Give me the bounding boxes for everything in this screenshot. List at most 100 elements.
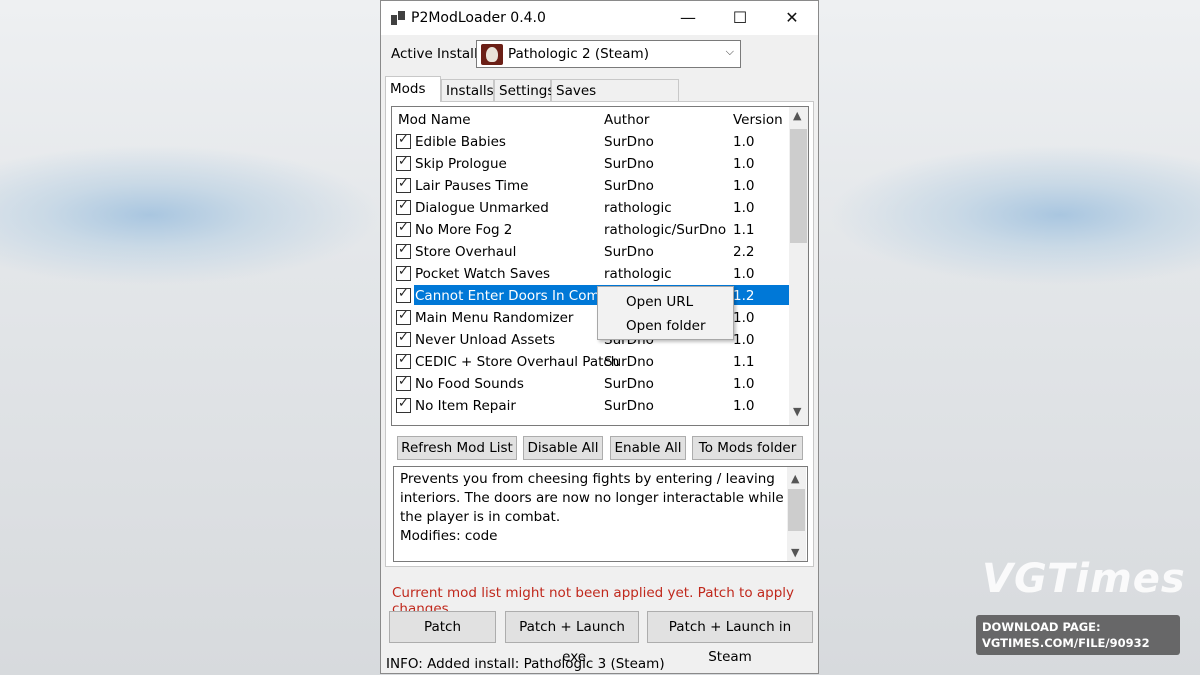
mod-row[interactable]: CEDIC + Store Overhaul PatchSurDno 1.1 <box>392 351 788 373</box>
mod-version: 1.0 <box>733 134 755 150</box>
mod-author: SurDno <box>604 398 654 414</box>
mod-name: Pocket Watch Saves <box>415 266 551 282</box>
mod-description[interactable]: Prevents you from cheesing fights by ent… <box>393 466 808 562</box>
enable-all-button[interactable]: Enable All <box>610 436 686 460</box>
mod-version: 1.0 <box>733 376 755 392</box>
to-mods-folder-button[interactable]: To Mods folder <box>692 436 803 460</box>
scrollbar-thumb[interactable] <box>790 129 807 243</box>
download-label: DOWNLOAD PAGE: <box>982 620 1101 634</box>
chevron-down-icon: ⌵ <box>725 45 734 58</box>
patch-button[interactable]: Patch <box>389 611 496 643</box>
tab-settings[interactable]: Settings <box>494 79 554 101</box>
mod-row[interactable]: No Item Repair SurDno 1.0 <box>392 395 788 417</box>
mod-row[interactable]: Store Overhaul SurDno 2.2 <box>392 241 788 263</box>
mod-author: SurDno <box>604 244 654 260</box>
mod-row[interactable]: Dialogue Unmarked rathologic 1.0 <box>392 197 788 219</box>
mods-list[interactable]: Mod Name Author Version Edible Babies Sur… <box>391 106 809 426</box>
mod-version: 1.2 <box>733 288 755 304</box>
mod-author: SurDno <box>604 156 654 172</box>
mod-author: rathologic/SurDno <box>604 222 727 238</box>
refresh-mod-list-button[interactable]: Refresh Mod List <box>397 436 517 460</box>
mod-enabled-checkbox[interactable] <box>396 308 411 325</box>
column-header-author[interactable]: Author <box>604 112 649 128</box>
mod-author: SurDno <box>604 178 654 194</box>
mod-name: Lair Pauses Time <box>415 178 529 194</box>
close-icon[interactable]: ✕ <box>766 1 818 35</box>
mod-author: rathologic <box>604 200 672 216</box>
mod-enabled-checkbox[interactable] <box>396 352 411 369</box>
game-icon <box>481 44 503 65</box>
mod-row[interactable]: No More Fog 2 rathologic/SurDno 1.1 <box>392 219 788 241</box>
description-text: Prevents you from cheesing fights by ent… <box>400 471 784 525</box>
window-title: P2ModLoader 0.4.0 <box>411 10 546 26</box>
mod-enabled-checkbox[interactable] <box>396 330 411 347</box>
mod-name: Never Unload Assets <box>415 332 556 348</box>
title-bar[interactable]: P2ModLoader 0.4.0 — ☐ ✕ <box>381 1 818 35</box>
mod-enabled-checkbox[interactable] <box>396 220 411 237</box>
mod-author: SurDno <box>604 354 654 370</box>
maximize-icon[interactable]: ☐ <box>714 1 766 35</box>
mods-list-scrollbar[interactable]: ▲ ▼ <box>789 107 808 425</box>
mod-name: Skip Prologue <box>415 156 507 172</box>
status-bar: INFO: Added install: Pathologic 3 (Steam… <box>386 656 665 672</box>
app-icon <box>391 11 405 25</box>
mod-name: CEDIC + Store Overhaul Patch <box>415 354 620 370</box>
vgtimes-watermark: VGTimes <box>982 556 1186 602</box>
download-url[interactable]: VGTIMES.COM/FILE/90932 <box>982 635 1150 651</box>
description-scrollbar[interactable]: ▲ ▼ <box>787 467 806 561</box>
patch-launch-exe-button[interactable]: Patch + Launch .exe <box>505 611 639 665</box>
context-menu: Open URL Open folder <box>597 286 734 340</box>
patch-launch-steam-button[interactable]: Patch + Launch in Steam <box>647 611 813 665</box>
minimize-icon[interactable]: — <box>662 1 714 35</box>
mod-version: 1.0 <box>733 398 755 414</box>
mod-author: rathologic <box>604 266 672 282</box>
disable-all-button[interactable]: Disable All <box>523 436 603 460</box>
mod-author: SurDno <box>604 134 654 150</box>
tab-saves[interactable]: Saves (Pathologic 2) <box>551 79 679 121</box>
mod-row[interactable]: No Food Sounds SurDno 1.0 <box>392 373 788 395</box>
active-install-value: Pathologic 2 (Steam) <box>508 46 649 62</box>
download-badge[interactable]: DOWNLOAD PAGE: VGTIMES.COM/FILE/90932 <box>976 615 1180 655</box>
mod-enabled-checkbox[interactable] <box>396 396 411 413</box>
mod-version: 1.0 <box>733 178 755 194</box>
mod-version: 1.1 <box>733 222 755 238</box>
context-item-open-url[interactable]: Open URL <box>626 294 693 310</box>
mod-name: No Food Sounds <box>415 376 524 392</box>
mod-name: Dialogue Unmarked <box>415 200 549 216</box>
scroll-up-icon[interactable]: ▲ <box>791 469 799 488</box>
mod-name: Cannot Enter Doors In Com... <box>415 288 613 304</box>
mod-enabled-checkbox[interactable] <box>396 242 411 259</box>
mod-row[interactable]: Edible Babies SurDno 1.0 <box>392 131 788 153</box>
mod-enabled-checkbox[interactable] <box>396 176 411 193</box>
mod-enabled-checkbox[interactable] <box>396 264 411 281</box>
mod-row[interactable]: Skip Prologue SurDno 1.0 <box>392 153 788 175</box>
scroll-down-icon[interactable]: ▼ <box>791 543 799 562</box>
scroll-up-icon[interactable]: ▲ <box>793 109 801 122</box>
mod-name: Main Menu Randomizer <box>415 310 574 326</box>
mod-enabled-checkbox[interactable] <box>396 198 411 215</box>
mod-version: 1.0 <box>733 266 755 282</box>
context-item-open-folder[interactable]: Open folder <box>626 318 706 334</box>
mod-version: 1.0 <box>733 200 755 216</box>
column-header-name[interactable]: Mod Name <box>398 112 471 128</box>
mod-enabled-checkbox[interactable] <box>396 132 411 149</box>
mod-version: 2.2 <box>733 244 755 260</box>
active-install-label: Active Install: <box>391 46 483 62</box>
active-install-select[interactable]: Pathologic 2 (Steam) ⌵ <box>476 40 741 68</box>
column-header-version[interactable]: Version <box>733 112 783 128</box>
description-modifies: Modifies: code <box>400 528 498 544</box>
tab-installs[interactable]: Installs <box>441 79 494 101</box>
mod-name: Edible Babies <box>415 134 506 150</box>
tab-mods[interactable]: Mods <box>385 76 441 102</box>
mod-row[interactable]: Lair Pauses Time SurDno 1.0 <box>392 175 788 197</box>
mod-version: 1.1 <box>733 354 755 370</box>
scroll-down-icon[interactable]: ▼ <box>793 405 801 418</box>
mod-author: SurDno <box>604 376 654 392</box>
mod-row[interactable]: Pocket Watch Saves rathologic 1.0 <box>392 263 788 285</box>
mod-enabled-checkbox[interactable] <box>396 154 411 171</box>
mod-name: No More Fog 2 <box>415 222 513 238</box>
scrollbar-thumb[interactable] <box>788 489 805 531</box>
mod-enabled-checkbox[interactable] <box>396 286 411 303</box>
mod-enabled-checkbox[interactable] <box>396 374 411 391</box>
mod-name: No Item Repair <box>415 398 516 414</box>
